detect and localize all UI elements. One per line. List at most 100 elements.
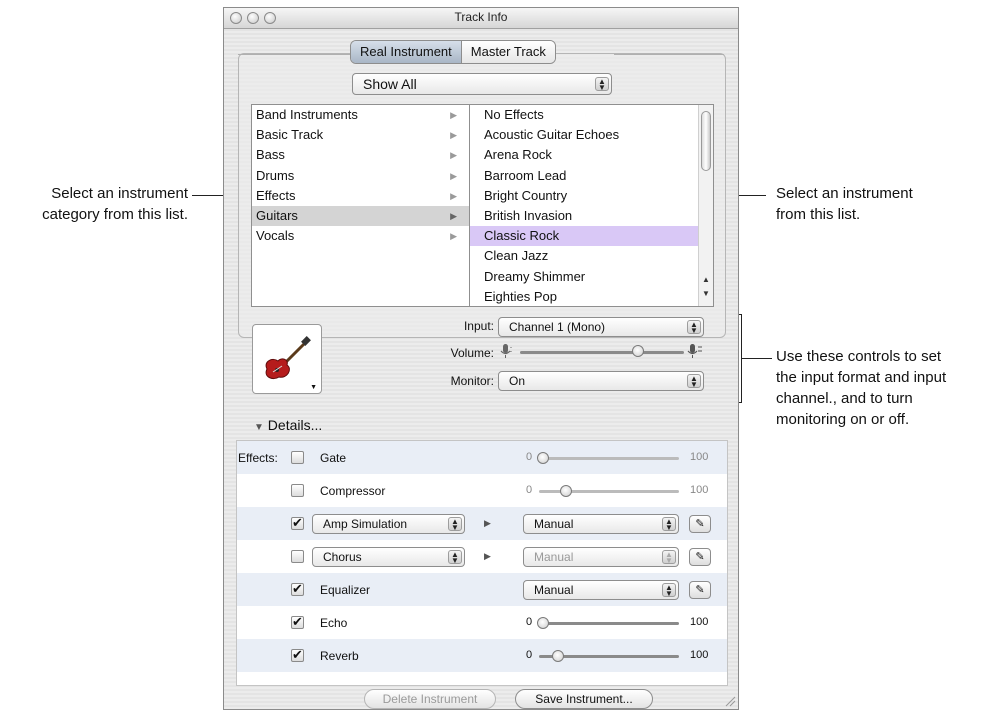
- effect-row-reverb: ✔ Reverb 0 100: [237, 639, 727, 672]
- reverb-min: 0: [526, 649, 533, 661]
- echo-slider-thumb[interactable]: [537, 617, 549, 629]
- volume-label: Volume:: [450, 346, 494, 360]
- show-filter-value: Show All: [363, 76, 417, 92]
- compressor-checkbox[interactable]: [291, 484, 304, 497]
- chorus-popup[interactable]: Chorus ▲ ▼: [312, 547, 465, 567]
- submenu-arrow-icon: ▶: [450, 170, 457, 181]
- instrument-item-selected[interactable]: Classic Rock: [470, 226, 698, 247]
- echo-label: Echo: [320, 616, 348, 630]
- instrument-item[interactable]: Eighties Pop: [470, 287, 698, 306]
- volume-low-icon: [500, 344, 512, 358]
- monitor-popup[interactable]: On ▲ ▼: [498, 371, 704, 391]
- category-list[interactable]: Band Instruments ▶ Basic Track ▶ Bass ▶ Dru…: [251, 104, 470, 307]
- instrument-item[interactable]: Barroom Lead: [470, 166, 698, 186]
- instrument-item[interactable]: Bright Country: [470, 186, 698, 206]
- popup-arrows-icon: ▲ ▼: [687, 320, 701, 335]
- reverb-label: Reverb: [320, 649, 359, 663]
- details-label: Details...: [267, 417, 323, 433]
- delete-instrument-button[interactable]: Delete Instrument: [364, 689, 496, 709]
- category-item-selected[interactable]: Guitars ▶: [252, 205, 469, 227]
- save-instrument-button[interactable]: Save Instrument...: [515, 689, 653, 709]
- chorus-preset-popup[interactable]: Manual ▲ ▼: [523, 547, 679, 567]
- show-filter-popup[interactable]: Show All ▲ ▼: [352, 73, 612, 95]
- amp-simulation-label: Amp Simulation: [323, 517, 408, 531]
- volume-high-icon: [687, 344, 702, 358]
- chorus-preset: Manual: [534, 550, 574, 564]
- popup-arrows-icon: ▲ ▼: [662, 583, 676, 598]
- gate-slider-thumb[interactable]: [537, 452, 549, 464]
- input-popup[interactable]: Channel 1 (Mono) ▲ ▼: [498, 317, 704, 337]
- disclosure-triangle-icon: ▼: [254, 422, 264, 433]
- popup-arrows-icon: ▲ ▼: [595, 77, 609, 92]
- gate-slider-track[interactable]: [539, 457, 679, 460]
- echo-checkbox[interactable]: ✔: [291, 615, 304, 629]
- effect-row-amp-simulation: ✔ Amp Simulation ▲ ▼ ▶ Manual ▲ ▼ ✎: [237, 507, 727, 540]
- scroll-up-arrow-icon[interactable]: ▲: [702, 275, 710, 284]
- category-item[interactable]: Vocals ▶: [252, 226, 469, 246]
- compressor-max: 100: [690, 484, 709, 496]
- details-disclosure[interactable]: ▼ Details...: [254, 417, 322, 433]
- instrument-item[interactable]: Dreamy Shimmer: [470, 267, 698, 287]
- equalizer-preset-popup[interactable]: Manual ▲ ▼: [523, 580, 679, 600]
- instrument-item[interactable]: Arena Rock: [470, 145, 698, 165]
- submenu-arrow-icon: ▶: [450, 130, 457, 141]
- input-label: Input:: [463, 319, 494, 333]
- dropdown-arrow-icon: ▼: [310, 384, 317, 391]
- equalizer-preset: Manual: [534, 583, 574, 597]
- equalizer-edit-button[interactable]: ✎: [689, 581, 711, 599]
- category-item[interactable]: Bass ▶: [252, 145, 469, 165]
- echo-min: 0: [526, 616, 533, 628]
- input-value: Channel 1 (Mono): [509, 320, 606, 334]
- popup-arrows-icon: ▲ ▼: [662, 517, 676, 532]
- volume-slider-thumb[interactable]: [632, 345, 645, 357]
- instrument-item[interactable]: Clean Jazz: [470, 246, 698, 266]
- instrument-callout: Select an instrument from this list.: [776, 185, 913, 223]
- category-item[interactable]: Band Instruments ▶: [252, 105, 469, 125]
- chorus-label: Chorus: [323, 550, 362, 564]
- gate-min: 0: [526, 451, 533, 463]
- instrument-item[interactable]: No Effects: [470, 105, 698, 125]
- echo-slider-track[interactable]: [539, 622, 679, 625]
- reverb-checkbox[interactable]: ✔: [291, 648, 304, 662]
- amp-simulation-popup[interactable]: Amp Simulation ▲ ▼: [312, 514, 465, 534]
- gate-label: Gate: [320, 451, 347, 465]
- track-info-window: Track Info Real Instrument Master Track …: [223, 7, 739, 710]
- title-bar[interactable]: Track Info: [224, 8, 738, 29]
- chorus-edit-button[interactable]: ✎: [689, 548, 711, 566]
- tab-master-track[interactable]: Master Track: [460, 41, 555, 63]
- monitor-label: Monitor:: [450, 374, 494, 388]
- popup-arrows-icon: ▲ ▼: [448, 517, 462, 532]
- submenu-arrow-icon: ▶: [450, 210, 457, 221]
- amp-simulation-checkbox[interactable]: ✔: [291, 516, 304, 530]
- instrument-list-scrollbar[interactable]: ▲ ▼: [698, 105, 713, 306]
- effect-row-echo: ✔ Echo 0 100: [237, 606, 727, 639]
- tab-divider-left: [238, 54, 350, 55]
- chorus-checkbox[interactable]: [291, 550, 304, 563]
- instrument-list[interactable]: No Effects Acoustic Guitar Echoes Arena …: [469, 104, 714, 307]
- instrument-icon-well[interactable]: ▼: [252, 324, 322, 394]
- instrument-item[interactable]: Acoustic Guitar Echoes: [470, 125, 698, 145]
- volume-slider-track[interactable]: [520, 351, 684, 354]
- instrument-item[interactable]: British Invasion: [470, 206, 698, 226]
- amp-simulation-edit-button[interactable]: ✎: [689, 515, 711, 533]
- tab-real-instrument[interactable]: Real Instrument: [351, 41, 461, 63]
- submenu-arrow-icon: ▶: [450, 150, 457, 161]
- compressor-slider-thumb[interactable]: [560, 485, 572, 497]
- scroll-down-arrow-icon[interactable]: ▼: [702, 289, 710, 298]
- effect-row-compressor: Compressor 0 100: [237, 474, 727, 507]
- category-item[interactable]: Basic Track ▶: [252, 125, 469, 145]
- equalizer-checkbox[interactable]: ✔: [291, 582, 304, 596]
- category-item[interactable]: Effects ▶: [252, 186, 469, 206]
- pencil-icon: ✎: [695, 518, 705, 530]
- track-type-tabs: Real Instrument Master Track: [350, 40, 556, 64]
- electric-guitar-icon: [265, 336, 311, 380]
- scrollbar-thumb[interactable]: [701, 111, 711, 171]
- reverb-slider-thumb[interactable]: [552, 650, 564, 662]
- effect-row-chorus: Chorus ▲ ▼ ▶ Manual ▲ ▼ ✎: [237, 540, 727, 573]
- gate-max: 100: [690, 451, 709, 463]
- amp-simulation-preset-popup[interactable]: Manual ▲ ▼: [523, 514, 679, 534]
- gate-checkbox[interactable]: [291, 451, 304, 464]
- resize-grip-icon[interactable]: [724, 695, 736, 707]
- compressor-min: 0: [526, 484, 533, 496]
- category-item[interactable]: Drums ▶: [252, 166, 469, 186]
